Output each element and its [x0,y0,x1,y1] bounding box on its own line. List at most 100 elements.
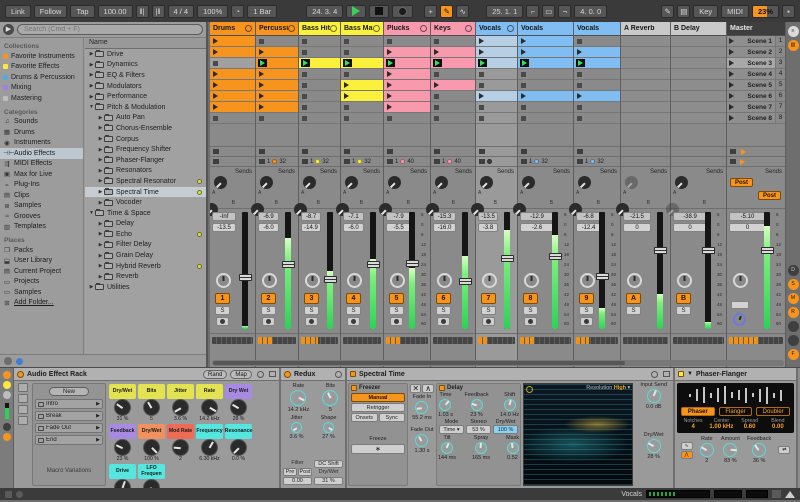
overdub-button[interactable]: + [424,5,437,18]
redux-dc-shift-button[interactable]: DC Shift [314,460,343,468]
tree-item-chorus-ensemble[interactable]: ▶Chorus-Ensemble [85,123,206,134]
loop-length-field[interactable]: 4. 0. 0 [574,5,607,18]
chain-on-icon[interactable] [3,433,11,441]
play-button[interactable] [346,5,366,18]
clip[interactable] [256,69,298,80]
redux-rate-knob[interactable]: Rate14.2 kHz [288,383,310,413]
fader-thumb[interactable] [282,261,295,268]
disclosure-right-icon[interactable]: ▶ [97,168,104,174]
hot-swap-icon[interactable] [335,371,342,378]
show-hide-panel-triangle[interactable] [785,491,795,498]
volume-display[interactable]: -3.8 [478,223,498,232]
rack-chain-tab[interactable] [18,394,28,403]
clip[interactable] [341,91,383,102]
punch-in-button[interactable]: ⌐ [526,5,539,18]
clip-play-icon[interactable] [259,104,264,110]
empty-clip-slot[interactable] [341,113,383,124]
empty-clip-slot[interactable] [574,80,620,91]
knob-dial[interactable] [291,422,302,433]
sidebar-item-templates[interactable]: ▥Templates [0,222,83,233]
delay-spray-knob[interactable]: Spray165 ms [472,435,490,461]
fader-thumb[interactable] [324,276,337,283]
clip-stop-row[interactable] [574,147,620,157]
phaser-amount-knob[interactable]: Amount83 % [721,436,740,464]
empty-clip-slot[interactable] [476,80,517,91]
knob-value[interactable]: 2 [705,458,708,464]
clip[interactable] [518,91,573,102]
playing-clip[interactable] [431,58,475,69]
clip-play-icon[interactable] [259,49,264,55]
volume-display[interactable]: -14.9 [301,223,321,232]
param-value[interactable]: 0.60 [736,424,764,430]
phaser-link-button[interactable]: ⇄ [778,446,790,454]
browser-collapse-button[interactable]: ▶ [3,24,14,35]
disclosure-right-icon[interactable]: ▶ [97,178,104,184]
tree-item-pitch-modulation[interactable]: ▼Pitch & Modulation [85,102,206,113]
scene-slot-1[interactable]: Scene 11 [727,36,785,47]
volume-fader[interactable] [702,212,715,329]
clip[interactable] [210,69,255,80]
clip-play-icon[interactable] [479,93,484,99]
rack-rand-button[interactable]: Rand [203,370,227,379]
param-center[interactable]: Center1.00 kHz [707,418,735,430]
variation-end[interactable]: End▶ [35,435,103,445]
solo-button[interactable]: S [389,306,404,315]
macro-value[interactable]: 5 [150,416,153,422]
empty-clip-slot[interactable] [341,69,383,80]
empty-clip-slot[interactable] [476,69,517,80]
send-a-knob[interactable] [578,176,591,189]
fader-thumb[interactable] [761,247,774,254]
quantization-menu[interactable]: 1 Bar [247,5,277,18]
nudge-up-button[interactable]: |‖ [152,5,165,18]
tree-item-drive[interactable]: ▶Drive [85,49,206,60]
volume-display[interactable]: -16.0 [433,223,456,232]
disclosure-right-icon[interactable]: ▶ [97,125,104,131]
solo-button[interactable]: S [676,306,691,315]
tree-name-header[interactable]: Name [85,38,206,49]
send-a-knob[interactable] [675,176,688,189]
clip-play-icon[interactable] [479,49,484,55]
volume-fader[interactable] [324,212,337,329]
track-activator-button[interactable]: 4 [346,293,361,304]
disclosure-right-icon[interactable]: ▶ [97,253,104,259]
status-left-icon[interactable] [5,491,12,498]
clip-play-icon[interactable] [577,93,582,99]
clip[interactable] [574,47,620,58]
clip-stop-row[interactable] [384,147,430,157]
knob-value[interactable]: 3.6 % [290,434,304,440]
disclosure-right-icon[interactable]: ▶ [97,115,104,121]
knob-value[interactable]: 1.30 s [414,448,429,454]
peak-level-display[interactable]: -6.9 [258,212,279,221]
sidebar-item-drums[interactable]: ▦Drums [0,127,83,138]
fade-in-knob[interactable]: Fade In55.2 ms [412,394,432,421]
toggle-returns[interactable]: M [788,293,799,304]
clip-stop-row[interactable] [256,147,298,157]
clip-play-icon[interactable] [387,71,392,77]
clip[interactable] [476,47,517,58]
rack-hide-tab[interactable] [18,416,28,425]
solo-button[interactable]: S [346,306,361,315]
mode-tab-flanger[interactable]: Flanger [719,407,753,416]
macro-value[interactable]: 28 % [233,416,245,422]
clip-stop-row[interactable] [299,147,340,157]
peak-level-display[interactable]: -8.7 [301,212,321,221]
save-preset-icon[interactable] [663,371,670,377]
send-a-knob[interactable] [345,176,358,189]
disclosure-right-icon[interactable]: ▶ [88,51,95,57]
tree-item-eq-filters[interactable]: ▶EQ & Filters [85,70,206,81]
clip-view-icon[interactable] [3,371,11,379]
punch-out-button[interactable]: ¬ [558,5,571,18]
knob-dial[interactable] [752,443,766,457]
key-map-button[interactable]: Key [693,5,718,18]
follow-button[interactable]: Follow [34,5,68,18]
clip[interactable] [256,102,298,113]
crossfade-peak-button[interactable]: ∧ [422,384,434,393]
track-fold-icon[interactable] [373,25,380,32]
groove-amount-field[interactable]: 100% [197,5,228,18]
param-blend[interactable]: Blend0.00 [764,418,792,430]
scene-slot-8[interactable]: Scene 88 [727,113,785,124]
clip-stop-row[interactable] [431,147,475,157]
send-a-knob[interactable] [260,176,273,189]
launch-variation-icon[interactable]: ▶ [96,425,100,431]
macro-knob[interactable] [144,440,159,455]
